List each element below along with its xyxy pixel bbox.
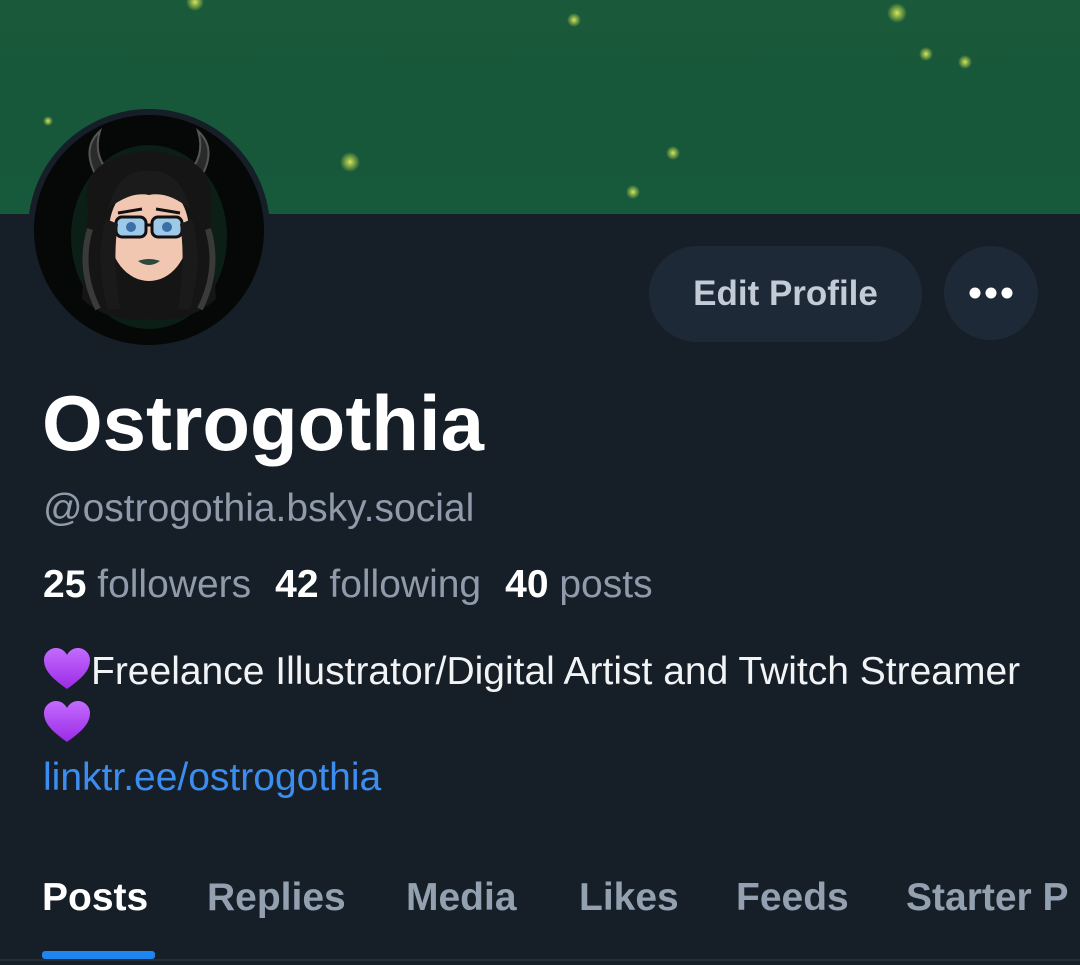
- posts-count: 40: [505, 563, 549, 606]
- purple-heart-icon: [44, 648, 90, 689]
- tab-posts[interactable]: Posts: [42, 876, 148, 920]
- tab-likes[interactable]: Likes: [579, 876, 679, 920]
- bio-text: Freelance Illustrator/Digital Artist and…: [91, 650, 1021, 693]
- profile-stats: 25 followers 42 following 40 posts: [43, 560, 653, 610]
- following-link[interactable]: 42 following: [275, 563, 481, 606]
- avatar-illustration: [28, 109, 270, 351]
- display-name: Ostrogothia: [42, 379, 484, 467]
- ellipsis-icon: [969, 287, 1013, 299]
- edit-profile-button[interactable]: Edit Profile: [649, 246, 922, 342]
- tab-replies[interactable]: Replies: [207, 876, 346, 920]
- profile-handle: @ostrogothia.bsky.social: [43, 487, 475, 530]
- avatar[interactable]: [28, 109, 270, 351]
- tab-media[interactable]: Media: [406, 876, 517, 920]
- followers-count: 25: [43, 563, 87, 606]
- followers-link[interactable]: 25 followers: [43, 563, 251, 606]
- profile-bio: Freelance Illustrator/Digital Artist and…: [43, 645, 1043, 804]
- followers-label: followers: [97, 563, 252, 606]
- following-count: 42: [275, 563, 319, 606]
- tab-feeds[interactable]: Feeds: [736, 876, 849, 920]
- posts-label: posts: [559, 563, 653, 606]
- bio-link[interactable]: linktr.ee/ostrogothia: [43, 756, 381, 799]
- following-label: following: [329, 563, 482, 606]
- active-tab-indicator: [42, 951, 155, 959]
- profile-page: Edit Profile Ostrogothia @ostrogothia.bs…: [0, 0, 1080, 965]
- posts-stat: 40 posts: [505, 563, 652, 606]
- tabs-divider: [0, 959, 1080, 961]
- edit-profile-label: Edit Profile: [693, 274, 878, 313]
- more-options-button[interactable]: [944, 246, 1038, 340]
- purple-heart-icon: [44, 701, 90, 742]
- tab-starter-packs[interactable]: Starter P: [906, 876, 1069, 920]
- profile-tabs: Posts Replies Media Likes Feeds Starter …: [0, 860, 1080, 965]
